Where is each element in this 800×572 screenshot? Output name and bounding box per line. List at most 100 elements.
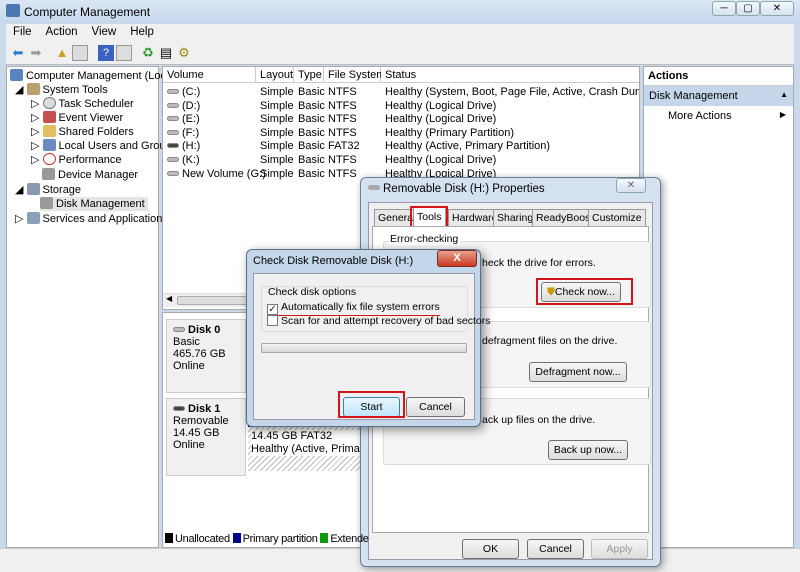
- tree-label: Local Users and Groups: [58, 140, 178, 152]
- cancel-button[interactable]: Cancel: [406, 397, 465, 417]
- volume-row-cell[interactable]: Basic: [298, 167, 325, 181]
- volume-row-name[interactable]: (F:): [167, 126, 199, 140]
- column-header-status[interactable]: Status: [381, 67, 639, 83]
- group-title: Error-checking: [388, 233, 461, 245]
- tree-event-viewer[interactable]: ▷ Event Viewer: [31, 111, 123, 125]
- menu-file[interactable]: File: [6, 24, 39, 40]
- volume-row-cell[interactable]: Simple: [260, 139, 294, 153]
- column-header-filesystem[interactable]: File System: [324, 67, 385, 83]
- column-header-layout[interactable]: Layout: [256, 67, 294, 83]
- volume-row-cell[interactable]: Basic: [298, 85, 325, 99]
- volume-row-cell[interactable]: Basic: [298, 153, 325, 167]
- disk-1-partition[interactable]: 14.45 GB FAT32 Healthy (Active, Primary …: [248, 423, 379, 471]
- tree-services[interactable]: ▷ Services and Applications: [15, 212, 168, 226]
- defragment-now-button[interactable]: Defragment now...: [529, 362, 627, 382]
- tree-device-manager[interactable]: Device Manager: [42, 168, 138, 182]
- volume-row-cell[interactable]: NTFS: [328, 167, 357, 181]
- volume-row-cell[interactable]: NTFS: [328, 126, 357, 140]
- volume-row-cell[interactable]: Simple: [260, 85, 294, 99]
- volume-row-name[interactable]: (E:): [167, 112, 200, 126]
- performance-icon: [42, 153, 56, 165]
- volume-row-cell[interactable]: Simple: [260, 126, 294, 140]
- cell-text: FAT32: [328, 140, 360, 153]
- check-disk-options-group: Check disk options ✓ Automatically fix fi…: [261, 286, 491, 332]
- volume-row-cell[interactable]: Healthy (Active, Primary Partition): [385, 139, 550, 153]
- menu-help[interactable]: Help: [123, 24, 161, 40]
- scan-bad-sectors-checkbox[interactable]: Scan for and attempt recovery of bad sec…: [267, 315, 491, 327]
- minimize-button[interactable]: ─: [712, 1, 736, 16]
- column-header-volume[interactable]: Volume: [163, 67, 256, 83]
- up-folder-icon[interactable]: ▲: [54, 45, 70, 61]
- actions-section-disk-management[interactable]: Disk Management ▲: [644, 86, 793, 106]
- tree-root[interactable]: Computer Management (Local: [10, 69, 175, 83]
- disk-1-label[interactable]: Disk 1 Removable 14.45 GB Online: [166, 398, 246, 476]
- volume-row-name[interactable]: (C:): [167, 85, 200, 99]
- show-action-pane-icon[interactable]: [116, 45, 132, 61]
- volume-row-cell[interactable]: NTFS: [328, 85, 357, 99]
- volume-row-cell[interactable]: Healthy (System, Boot, Page File, Active…: [385, 85, 639, 99]
- cancel-button[interactable]: Cancel: [527, 539, 584, 559]
- properties-icon[interactable]: ▤: [158, 45, 174, 61]
- ok-button[interactable]: OK: [462, 539, 519, 559]
- volume-row-name[interactable]: (D:): [167, 99, 200, 113]
- dialog-title: Removable Disk (H:) Properties: [383, 183, 545, 195]
- tree-task-scheduler[interactable]: ▷ Task Scheduler: [31, 97, 134, 111]
- tree-shared-folders[interactable]: ▷ Shared Folders: [31, 125, 134, 139]
- tab-sharing[interactable]: Sharing: [493, 209, 538, 226]
- scroll-thumb[interactable]: [177, 296, 257, 305]
- volume-row-cell[interactable]: NTFS: [328, 112, 357, 126]
- help-icon[interactable]: ?: [98, 45, 114, 61]
- menu-action[interactable]: Action: [39, 24, 85, 40]
- volume-row-cell[interactable]: Basic: [298, 139, 325, 153]
- volume-row-cell[interactable]: Simple: [260, 99, 294, 113]
- tree-local-users[interactable]: ▷ Local Users and Groups: [31, 139, 177, 153]
- close-button[interactable]: X: [437, 250, 477, 267]
- apply-button[interactable]: Apply: [591, 539, 648, 559]
- legend: Unallocated Primary partition Extende: [165, 533, 369, 545]
- scroll-left-arrow[interactable]: ◀: [166, 294, 172, 303]
- back-icon[interactable]: ⬅: [10, 45, 26, 61]
- more-actions[interactable]: More Actions ▶: [644, 106, 793, 122]
- volume-row-cell[interactable]: Basic: [298, 112, 325, 126]
- legend-label: Primary partition: [242, 533, 318, 545]
- volume-row-cell[interactable]: Healthy (Logical Drive): [385, 99, 496, 113]
- volume-row-cell[interactable]: NTFS: [328, 99, 357, 113]
- auto-fix-checkbox[interactable]: ✓ Automatically fix file system errors: [267, 301, 440, 316]
- volume-row-cell[interactable]: Basic: [298, 126, 325, 140]
- tree-disk-management[interactable]: Disk Management: [40, 197, 148, 211]
- volume-row-cell[interactable]: Healthy (Logical Drive): [385, 112, 496, 126]
- volume-row-cell[interactable]: FAT32: [328, 139, 360, 153]
- volume-row-cell[interactable]: Healthy (Primary Partition): [385, 126, 514, 140]
- refresh-icon[interactable]: ♻: [140, 45, 156, 61]
- tab-customize[interactable]: Customize: [588, 209, 646, 226]
- back-up-now-button[interactable]: Back up now...: [548, 440, 628, 460]
- volume-row-name[interactable]: (H:): [167, 139, 200, 153]
- menu-view[interactable]: View: [85, 24, 124, 40]
- volume-row-cell[interactable]: Simple: [260, 112, 294, 126]
- tree-system-tools[interactable]: ◢ System Tools: [15, 83, 108, 97]
- volume-row-cell[interactable]: Simple: [260, 153, 294, 167]
- forward-icon[interactable]: ➡: [28, 45, 44, 61]
- tree-storage[interactable]: ◢ Storage: [15, 183, 81, 197]
- disk-icon: [173, 327, 185, 332]
- volume-row-cell[interactable]: NTFS: [328, 153, 357, 167]
- volume-row-cell[interactable]: Basic: [298, 99, 325, 113]
- close-button[interactable]: ✕: [616, 178, 646, 193]
- tree-label: Performance: [58, 154, 122, 166]
- maximize-button[interactable]: ▢: [736, 1, 760, 16]
- drive-icon: [167, 143, 179, 149]
- volume-row-name[interactable]: New Volume (G:): [167, 167, 266, 181]
- tree-label: Services and Applications: [42, 213, 168, 225]
- show-tree-icon[interactable]: [72, 45, 88, 61]
- tree-label: Computer Management (Local: [26, 70, 175, 82]
- disk-0-label[interactable]: Disk 0 Basic 465.76 GB Online: [166, 319, 246, 393]
- volume-row-cell[interactable]: Simple: [260, 167, 294, 181]
- settings-icon[interactable]: ⚙: [176, 45, 192, 61]
- column-header-type[interactable]: Type: [294, 67, 324, 83]
- disk-size: 14.45 GB: [173, 427, 220, 439]
- close-button[interactable]: ✕: [760, 1, 794, 16]
- cell-text: Basic: [298, 113, 325, 126]
- volume-row-cell[interactable]: Healthy (Logical Drive): [385, 153, 496, 167]
- volume-row-name[interactable]: (K:): [167, 153, 200, 167]
- tree-performance[interactable]: ▷ Performance: [31, 153, 122, 167]
